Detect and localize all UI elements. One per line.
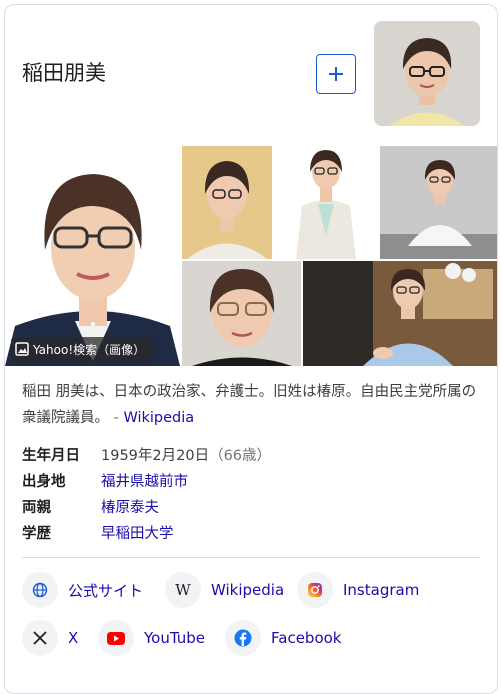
gallery-image-6[interactable] — [303, 261, 497, 366]
profile-link-instagram[interactable]: Instagram — [297, 572, 419, 608]
gallery-image-2[interactable] — [182, 146, 272, 259]
fact-value-link[interactable]: 早稲田大学 — [101, 522, 174, 543]
image-source-badge[interactable]: Yahoo!検索（画像） — [11, 337, 154, 361]
profile-label: YouTube — [144, 629, 205, 647]
fact-value-link[interactable]: 椿原泰夫 — [101, 496, 159, 517]
divider — [22, 557, 480, 558]
fact-key: 生年月日 — [22, 447, 80, 464]
description-source-link[interactable]: Wikipedia — [123, 410, 194, 426]
fact-row-birthplace: 出身地 福井県越前市 — [22, 467, 484, 493]
description-text: 稲田 朋美は、日本の政治家、弁護士。旧姓は椿原。自由民主党所属の衆議院議員。 — [22, 384, 477, 426]
entity-description: 稲田 朋美は、日本の政治家、弁護士。旧姓は椿原。自由民主党所属の衆議院議員。 -… — [22, 379, 484, 431]
fact-value-extra: （66歳） — [209, 447, 272, 464]
profile-label: Instagram — [343, 581, 420, 599]
facts-list: 生年月日 1959年2月20日（66歳） 出身地 福井県越前市 両親 椿原泰夫 … — [22, 441, 484, 545]
add-button[interactable] — [316, 54, 356, 94]
fact-row-birthdate: 生年月日 1959年2月20日（66歳） — [22, 441, 484, 467]
gallery-image-4[interactable] — [380, 146, 497, 259]
profile-label: 公式サイト — [68, 581, 144, 600]
wikipedia-icon: W — [165, 572, 201, 608]
knowledge-panel: 稲田朋美 Yahoo!検索（画像） 稲田 朋美は、日本の政治家、弁護士。旧姓は椿… — [4, 4, 498, 694]
fact-key: 学歴 — [22, 525, 51, 542]
description-source-separator: - — [113, 410, 119, 426]
fact-row-education: 学歴 早稲田大学 — [22, 519, 484, 545]
gallery-image-3[interactable] — [274, 146, 378, 259]
gallery-image-5[interactable] — [182, 261, 301, 366]
image-gallery: Yahoo!検索（画像） — [5, 146, 497, 366]
facebook-icon — [225, 620, 261, 656]
fact-row-parents: 両親 椿原泰夫 — [22, 493, 484, 519]
fact-key: 両親 — [22, 499, 51, 516]
plus-icon — [329, 67, 343, 81]
panel-title: 稲田朋美 — [22, 61, 106, 85]
fact-key: 出身地 — [22, 473, 66, 490]
profile-link-official-site[interactable]: 公式サイト — [22, 572, 143, 608]
panel-header: 稲田朋美 — [5, 5, 497, 146]
fact-value-text: 1959年2月20日 — [101, 447, 210, 464]
profile-link-facebook[interactable]: Facebook — [225, 620, 341, 656]
fact-value: 1959年2月20日（66歳） — [101, 444, 271, 465]
header-portrait-thumbnail[interactable] — [374, 21, 480, 126]
image-source-label: Yahoo!検索（画像） — [33, 342, 146, 357]
profile-label: X — [68, 629, 79, 647]
youtube-icon — [98, 620, 134, 656]
gallery-image-main[interactable]: Yahoo!検索（画像） — [5, 146, 180, 366]
globe-icon — [22, 572, 58, 608]
profile-link-wikipedia[interactable]: W Wikipedia — [165, 572, 284, 608]
profile-label: Wikipedia — [211, 581, 285, 599]
profile-label: Facebook — [271, 629, 342, 647]
profile-link-youtube[interactable]: YouTube — [98, 620, 205, 656]
instagram-icon — [297, 572, 333, 608]
image-icon — [15, 342, 29, 356]
fact-value-link[interactable]: 福井県越前市 — [101, 470, 188, 491]
x-icon — [22, 620, 58, 656]
profile-link-x[interactable]: X — [22, 620, 78, 656]
